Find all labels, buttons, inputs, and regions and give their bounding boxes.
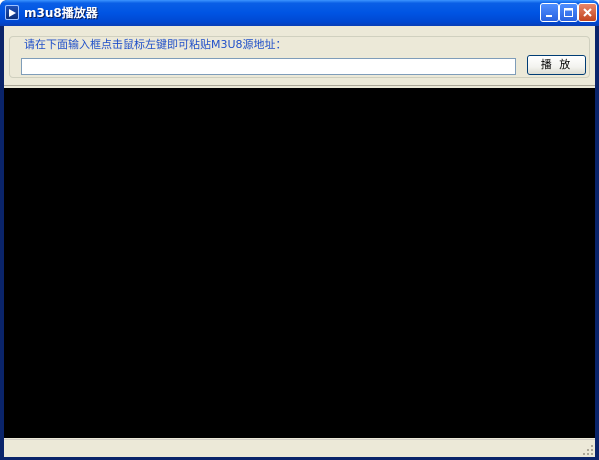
resize-grip-icon[interactable] — [582, 444, 594, 456]
close-icon — [583, 8, 592, 17]
close-button[interactable] — [578, 3, 597, 22]
title-bar[interactable]: m3u8播放器 — [0, 0, 599, 26]
url-input[interactable] — [21, 58, 516, 75]
url-group-label: 请在下面输入框点击鼠标左键即可粘贴M3U8源地址： — [22, 38, 289, 52]
minimize-button[interactable] — [540, 3, 559, 22]
divider — [4, 85, 595, 86]
status-bar — [4, 439, 595, 457]
video-display-area[interactable] — [4, 88, 595, 438]
maximize-button[interactable] — [559, 3, 578, 22]
app-window: m3u8播放器 请在下面输入框点击鼠标左键即可粘贴M3U8源地址： 播 放 — [0, 0, 599, 460]
media-player-icon — [5, 5, 19, 20]
maximize-icon — [564, 8, 573, 17]
url-groupbox: 请在下面输入框点击鼠标左键即可粘贴M3U8源地址： 播 放 — [9, 36, 590, 78]
play-button[interactable]: 播 放 — [527, 55, 586, 75]
minimize-icon — [546, 15, 552, 17]
window-title: m3u8播放器 — [24, 6, 98, 20]
client-area: 请在下面输入框点击鼠标左键即可粘贴M3U8源地址： 播 放 — [4, 26, 595, 457]
